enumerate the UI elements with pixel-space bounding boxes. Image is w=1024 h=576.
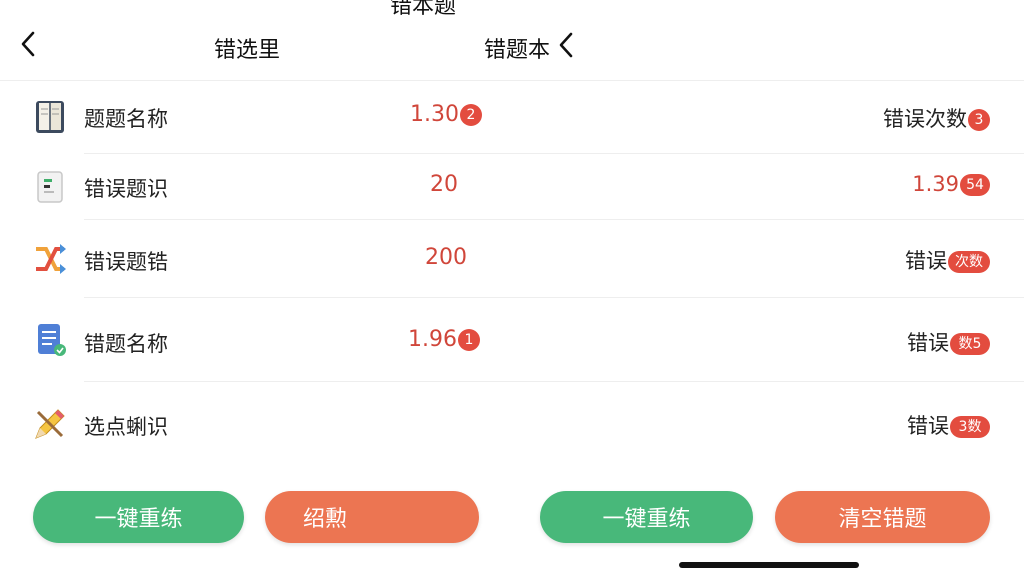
row-right-text: 错误 次数 — [905, 245, 990, 275]
row-right-text: 1.39 54 — [912, 172, 990, 196]
shuffle-icon — [30, 239, 70, 279]
file-check-icon — [30, 320, 70, 360]
count-badge: 1 — [457, 329, 480, 351]
row-value: 1.30 2 — [410, 102, 482, 127]
row-right-text: 错误 3数 — [907, 410, 990, 440]
row-label: 错误题锆 — [84, 250, 168, 274]
header-chevron-button[interactable] — [558, 30, 582, 60]
list-item[interactable]: 错误题识 20 1.39 54 — [0, 154, 1024, 220]
chevron-left-icon — [559, 32, 573, 58]
chevron-left-icon — [21, 31, 35, 57]
list-item[interactable]: 错误题锆 200 错误 次数 — [0, 220, 1024, 298]
count-badge: 次数 — [948, 251, 990, 273]
count-badge: 3数 — [950, 416, 990, 438]
document-icon — [30, 167, 70, 207]
header-title-left: 错选里 — [214, 38, 281, 63]
row-right-text: 错误次数 3 — [883, 103, 990, 133]
clear-wrong-questions-button[interactable]: 清空错题 — [775, 491, 990, 543]
retrain-button-right[interactable]: 一键重练 — [540, 491, 753, 543]
retrain-button[interactable]: 一键重练 — [33, 491, 244, 543]
row-right-text: 错误 数5 — [907, 327, 990, 357]
row-value: 20 — [430, 172, 458, 197]
row-value: 200 — [425, 245, 467, 270]
back-button[interactable] — [14, 28, 42, 60]
row-value: 1.96 1 — [408, 327, 480, 352]
pencil-icon — [30, 404, 70, 444]
count-badge: 3 — [968, 109, 990, 131]
count-badge: 54 — [960, 174, 990, 196]
home-indicator[interactable] — [679, 562, 859, 568]
row-label: 题题名称 — [84, 107, 168, 131]
header-title-right: 错题本 — [484, 38, 551, 63]
row-label: 错误题识 — [84, 177, 168, 201]
orange-action-button[interactable]: 绍勲 — [265, 491, 479, 543]
row-label: 选点蜊识 — [84, 415, 168, 439]
count-badge: 2 — [459, 104, 482, 126]
list-item[interactable]: 错题名称 1.96 1 错误 数5 — [0, 298, 1024, 382]
count-badge: 数5 — [950, 333, 990, 355]
list-item[interactable]: 选点蜊识 错误 3数 — [0, 382, 1024, 464]
row-label: 错题名称 — [84, 332, 168, 356]
list-item[interactable]: 题题名称 1.30 2 错误次数 3 — [0, 80, 1024, 154]
nav-header: 错选里 错题本 — [0, 0, 1024, 81]
notebook-icon — [30, 97, 70, 137]
